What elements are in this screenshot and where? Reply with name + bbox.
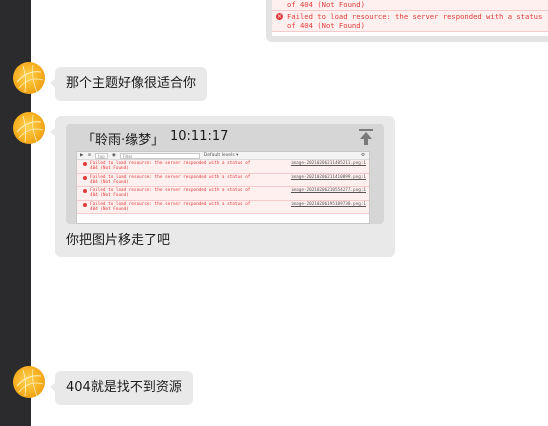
console-error-row: × Failed to load resource: the server re… — [272, 11, 548, 32]
console-error-row: × Failed to load resource: the server re… — [272, 0, 548, 11]
error-icon — [83, 189, 87, 194]
message-bubble[interactable]: 那个主题好像很适合你 — [49, 67, 208, 101]
console-error-row: Failed to load resource: the server resp… — [77, 160, 369, 174]
avatar[interactable] — [13, 62, 45, 94]
console-screenshot: × Failed to load resource: the server re… — [272, 0, 548, 36]
gear-icon: ⚙ — [360, 153, 365, 158]
error-icon — [83, 202, 87, 207]
message-bubble[interactable]: 404就是找不到资源 — [50, 371, 193, 405]
message-text: 404就是找不到资源 — [66, 380, 182, 395]
jump-to-original-icon[interactable] — [358, 128, 374, 146]
filter-input: Filter — [119, 152, 200, 159]
error-icon: × — [276, 13, 283, 20]
avatar-image — [16, 114, 44, 143]
clear-icon: ⊘ — [87, 153, 92, 158]
quote-time: 10:11:17 — [170, 129, 229, 144]
avatar-image — [16, 64, 44, 93]
image-message-partial[interactable]: × Failed to load resource: the server re… — [266, 0, 548, 42]
quoted-image[interactable]: ▶ ⊘ top ◉ Filter Default levels ▾ ⚙ Fail… — [76, 151, 370, 224]
error-icon — [83, 162, 87, 166]
console-error-row: Failed to load resource: the server resp… — [77, 200, 369, 215]
avatar[interactable] — [13, 366, 45, 398]
reply-message-bubble[interactable]: 「聆雨·缘梦」 10:11:17 ▶ ⊘ top ◉ Filter Defaul… — [50, 116, 395, 257]
eye-icon: ◉ — [111, 153, 116, 158]
error-icon — [83, 175, 87, 180]
levels-select: Default levels ▾ — [203, 153, 239, 158]
play-icon: ▶ — [80, 153, 84, 158]
quoted-message[interactable]: 「聆雨·缘梦」 10:11:17 ▶ ⊘ top ◉ Filter Defaul… — [66, 124, 384, 224]
console-error-row: Failed to load resource: the server resp… — [77, 173, 369, 188]
console-toolbar: ▶ ⊘ top ◉ Filter Default levels ▾ ⚙ — [77, 152, 369, 160]
avatar-image — [16, 368, 44, 397]
message-text: 那个主题好像很适合你 — [66, 76, 197, 91]
quote-sender: 「聆雨·缘梦」 — [82, 133, 165, 148]
console-error-row: Failed to load resource: the server resp… — [77, 187, 369, 201]
avatar[interactable] — [13, 112, 45, 144]
message-text: 你把图片移走了吧 — [66, 233, 171, 248]
context-select: top — [95, 152, 108, 159]
